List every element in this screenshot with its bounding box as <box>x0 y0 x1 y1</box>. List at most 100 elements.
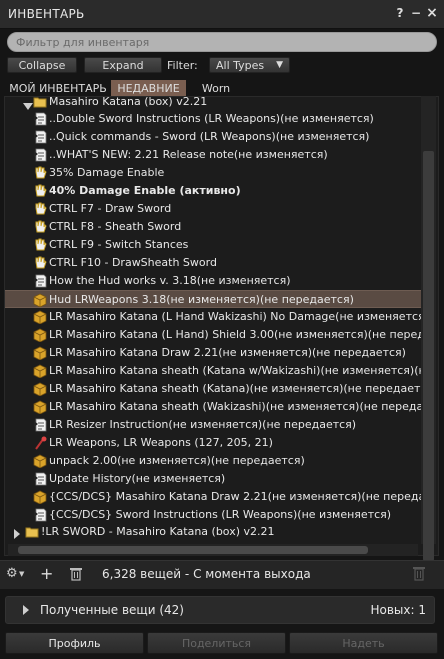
gesture-icon <box>33 202 47 216</box>
inventory-item-row[interactable]: How the Hud works v. 3.18(не изменяется) <box>5 272 425 290</box>
profile-button[interactable]: Профиль <box>5 632 144 654</box>
inventory-bottom-bar: ⚙ ▼ + 6,328 вещей - С момента выхода <box>0 560 444 589</box>
close-icon[interactable]: × <box>425 6 439 20</box>
inventory-status-text: 6,328 вещей - С момента выхода <box>102 567 311 581</box>
inventory-item-row[interactable]: LR Masahiro Katana Draw 2.21(не изменяет… <box>5 344 425 362</box>
item-label: Hud LRWeapons 3.18(не изменяется)(не пер… <box>49 293 354 306</box>
expand-arrow-icon[interactable] <box>23 99 33 110</box>
expand-arrow-icon[interactable] <box>22 605 30 618</box>
share-button[interactable]: Поделиться <box>147 632 286 654</box>
inventory-item-row[interactable]: unpack 2.00(не изменяется)(не передается… <box>5 452 425 470</box>
notecard-icon <box>33 418 47 432</box>
chevron-down-icon: ▼ <box>276 60 283 70</box>
inventory-filter-input[interactable]: Фильтр для инвентаря <box>7 32 437 52</box>
trash-icon[interactable] <box>69 567 83 584</box>
add-icon[interactable]: + <box>40 564 53 583</box>
object-icon <box>33 293 47 307</box>
delete-icon[interactable] <box>412 566 426 584</box>
item-label: LR Resizer Instruction(не изменяется)(не… <box>49 418 357 431</box>
item-label: LR Masahiro Katana Draw 2.21(не изменяет… <box>49 346 406 359</box>
window-title: ИНВЕНТАРЬ <box>8 7 85 21</box>
gesture-icon <box>33 238 47 252</box>
object-icon <box>33 454 47 469</box>
inventory-item-row[interactable]: CTRL F8 - Sheath Sword <box>5 218 425 236</box>
object-icon <box>33 346 47 361</box>
notecard-icon <box>33 508 47 522</box>
item-label: {CCS/DCS} Masahiro Katana Draw 2.21(не и… <box>49 490 425 503</box>
vertical-scrollbar[interactable] <box>421 96 436 561</box>
horizontal-scrollbar[interactable] <box>8 544 418 556</box>
inventory-item-row[interactable]: CTRL F10 - DrawSheath Sword <box>5 254 425 272</box>
gesture-icon <box>33 220 47 234</box>
inventory-item-row[interactable]: LR Resizer Instruction(не изменяется)(не… <box>5 416 425 434</box>
new-items-count: Новых: 1 <box>370 603 426 617</box>
inventory-item-row[interactable]: LR Masahiro Katana (L Hand) Shield 3.00(… <box>5 326 425 344</box>
inventory-item-row[interactable]: 40% Damage Enable (активно) <box>5 182 425 200</box>
received-items-label: Полученные вещи (42) <box>40 603 184 617</box>
filter-label: Filter: <box>167 59 198 72</box>
inventory-list[interactable]: Masahiro Katana (box) v2.21 ..Double Swo… <box>4 96 439 556</box>
tab-my-inventory[interactable]: МОЙ ИНВЕНТАРЬ <box>5 80 111 97</box>
folder-open-icon <box>33 97 47 109</box>
object-icon <box>33 400 47 415</box>
item-label: unpack 2.00(не изменяется)(не передается… <box>49 454 305 467</box>
horizontal-scroll-thumb[interactable] <box>18 546 368 554</box>
inventory-item-row[interactable]: CTRL F7 - Draw Sword <box>5 200 425 218</box>
inventory-item-row[interactable]: LR Weapons, LR Weapons (127, 205, 21) <box>5 434 425 452</box>
item-label: LR Masahiro Katana sheath (Katana w/Waki… <box>49 364 425 377</box>
inventory-item-row[interactable]: LR Masahiro Katana sheath (Wakizashi)(не… <box>5 398 425 416</box>
inventory-item-row[interactable]: LR Masahiro Katana (L Hand Wakizashi) No… <box>5 308 425 326</box>
filter-type-select[interactable]: All Types ▼ <box>209 57 290 73</box>
object-icon <box>33 364 47 379</box>
inventory-item-row[interactable]: ..Double Sword Instructions (LR Weapons)… <box>5 110 425 128</box>
folder-row-bottom[interactable]: !LR SWORD - Masahiro Katana (box) v2.21 <box>5 523 425 541</box>
inventory-item-row[interactable]: 35% Damage Enable <box>5 164 425 182</box>
item-label: LR Weapons, LR Weapons (127, 205, 21) <box>49 436 273 449</box>
item-label: ..WHAT'S NEW: 2.21 Release note(не измен… <box>49 148 328 161</box>
item-label: 35% Damage Enable <box>49 166 165 179</box>
expand-button[interactable]: Expand <box>84 57 162 73</box>
notecard-icon <box>33 274 47 288</box>
folder-row-top[interactable]: Masahiro Katana (box) v2.21 <box>5 96 425 111</box>
inventory-item-row[interactable]: CTRL F9 - Switch Stances <box>5 236 425 254</box>
notecard-icon <box>33 472 47 486</box>
item-label: CTRL F8 - Sheath Sword <box>49 220 182 233</box>
folder-label: !LR SWORD - Masahiro Katana (box) v2.21 <box>41 525 275 538</box>
inventory-item-row[interactable]: ..WHAT'S NEW: 2.21 Release note(не измен… <box>5 146 425 164</box>
inventory-item-row[interactable]: Hud LRWeapons 3.18(не изменяется)(не пер… <box>5 290 425 308</box>
gear-icon[interactable]: ⚙ <box>6 566 18 581</box>
gesture-icon <box>33 256 47 270</box>
folder-label: Masahiro Katana (box) v2.21 <box>49 96 208 108</box>
folder-icon <box>25 525 39 539</box>
collapse-button[interactable]: Collapse <box>7 57 77 73</box>
inventory-item-row[interactable]: LR Masahiro Katana sheath (Katana w/Waki… <box>5 362 425 380</box>
wear-button[interactable]: Надеть <box>289 632 438 654</box>
item-label: LR Masahiro Katana sheath (Katana)(не из… <box>49 382 425 395</box>
minimize-icon[interactable]: − <box>409 6 423 20</box>
item-label: CTRL F10 - DrawSheath Sword <box>49 256 217 269</box>
expand-arrow-icon[interactable] <box>13 527 21 539</box>
tab-worn[interactable]: Worn <box>190 80 242 97</box>
notecard-icon <box>33 148 47 162</box>
gesture-icon <box>33 166 47 180</box>
tab-recent[interactable]: НЕДАВНИЕ <box>111 80 186 97</box>
notecard-icon <box>33 130 47 144</box>
item-label: ..Double Sword Instructions (LR Weapons)… <box>49 112 374 125</box>
vertical-scroll-thumb[interactable] <box>423 151 434 561</box>
item-label: {CCS/DCS} Sword Instructions (LR Weapons… <box>49 508 392 521</box>
inventory-item-row[interactable]: Update History(не изменяется) <box>5 470 425 488</box>
item-label: LR Masahiro Katana (L Hand) Shield 3.00(… <box>49 328 425 341</box>
received-items-panel[interactable]: Полученные вещи (42) Новых: 1 <box>5 596 435 624</box>
notecard-icon <box>33 112 47 126</box>
inventory-item-row[interactable]: ..Quick commands - Sword (LR Weapons)(не… <box>5 128 425 146</box>
title-bar: ИНВЕНТАРЬ ? − × <box>0 0 444 29</box>
inventory-item-row[interactable]: {CCS/DCS} Sword Instructions (LR Weapons… <box>5 506 425 524</box>
chevron-down-icon[interactable]: ▼ <box>19 570 24 578</box>
item-label: LR Masahiro Katana sheath (Wakizashi)(не… <box>49 400 425 413</box>
item-label: Update History(не изменяется) <box>49 472 226 485</box>
help-icon[interactable]: ? <box>393 6 407 20</box>
object-icon <box>33 310 47 325</box>
inventory-item-row[interactable]: {CCS/DCS} Masahiro Katana Draw 2.21(не и… <box>5 488 425 506</box>
inventory-item-row[interactable]: LR Masahiro Katana sheath (Katana)(не из… <box>5 380 425 398</box>
object-icon <box>33 490 47 505</box>
